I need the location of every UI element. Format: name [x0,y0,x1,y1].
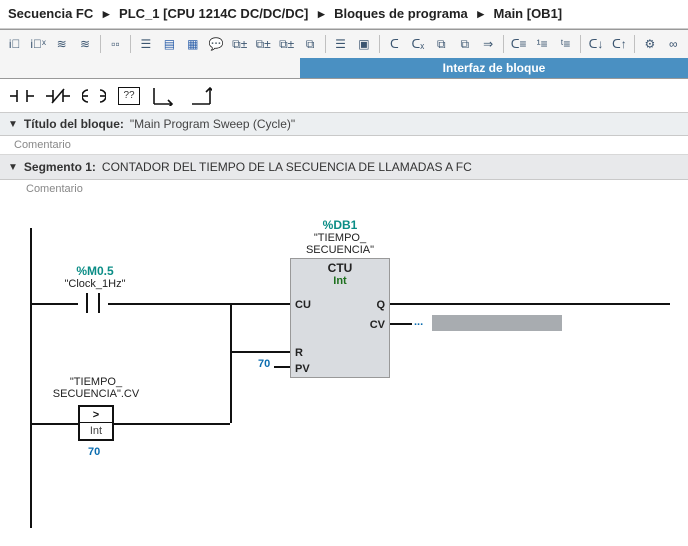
wire [114,423,230,425]
wire [390,323,412,325]
segment-title[interactable]: CONTADOR DEL TIEMPO DE LA SECUENCIA DE L… [102,160,472,174]
toolbar-btn[interactable]: ¹≡ [531,33,552,55]
db-name[interactable]: SECUENCIA" [290,244,390,256]
wire [230,351,232,423]
pv-const[interactable]: 70 [258,358,270,370]
toolbar-btn[interactable]: ▤ [159,33,180,55]
wire [390,303,670,305]
toolbar-btn[interactable]: ⧉ [299,33,320,55]
pin-cu[interactable]: CU [295,299,311,311]
separator [634,35,635,53]
block-title-label: Título del bloque: [24,117,124,131]
pin-q[interactable]: Q [376,299,385,311]
toolbar-btn[interactable]: ▦ [182,33,203,55]
segment-comment[interactable]: Comentario [0,180,688,198]
separator [379,35,380,53]
toolbar-btn[interactable]: ▫▫ [105,33,126,55]
comment-icon[interactable]: 💬 [206,33,227,55]
compare-const[interactable]: 70 [88,446,100,458]
db-name[interactable]: "TIEMPO_ [290,232,390,244]
separator [580,35,581,53]
toolbar-btn[interactable]: ⧉ [431,33,452,55]
editor-toolbar: і⃘ і⃘ˣ ≋ ≋ ▫▫ ☰ ▤ ▦ 💬 ⧉± ⧉± ⧉± ⧉ ☰ ▣ ᑕ ᑕ… [0,30,688,58]
toolbar-btn[interactable]: ᑕ↑ [609,33,630,55]
pin-pv[interactable]: PV [295,363,310,375]
toolbar-btn[interactable]: ᑕₓ [407,33,428,55]
compare-in1[interactable]: "TIEMPO_ [46,376,146,388]
toolbar-btn[interactable]: і⃘ [4,33,25,55]
wire [274,366,290,368]
breadcrumb-sep: ▸ [97,6,116,21]
toolbar-btn[interactable]: ▣ [353,33,374,55]
gear-icon[interactable]: ⚙ [639,33,660,55]
toolbar-btn[interactable]: ᵗ≡ [555,33,576,55]
ctu-block[interactable]: CTU Int CU Q CV R PV [290,258,390,378]
contact-symbol[interactable]: %M0.5 [50,264,140,278]
wire [30,303,78,305]
ctu-type: CTU [291,261,389,275]
toolbar-btn[interactable]: ⧉± [229,33,250,55]
toolbar-btn[interactable]: ⧉± [276,33,297,55]
toolbar-btn[interactable]: ☰ [330,33,351,55]
block-title-value[interactable]: "Main Program Sweep (Cycle)" [130,117,295,131]
cv-output[interactable]: ... [414,316,423,328]
compare-type: Int [80,423,112,438]
wire [30,423,78,425]
ladder-canvas[interactable]: %DB1 "TIEMPO_ SECUENCIA" CTU Int CU Q CV… [0,198,688,538]
segment-label: Segmento 1: [24,160,96,174]
breadcrumb-part[interactable]: Bloques de programa [334,6,468,21]
close-branch-icon[interactable] [188,86,212,106]
output-mask [432,315,562,331]
compare-box[interactable]: > Int [78,405,114,441]
breadcrumb-part[interactable]: PLC_1 [CPU 1214C DC/DC/DC] [119,6,308,21]
segment-header[interactable]: ▼ Segmento 1: CONTADOR DEL TIEMPO DE LA … [0,155,688,180]
empty-box-icon[interactable]: ?? [118,87,140,105]
no-contact-icon[interactable] [10,86,34,106]
separator [130,35,131,53]
toolbar-btn[interactable]: і⃘ˣ [27,33,48,55]
breadcrumb: Secuencia FC ▸ PLC_1 [CPU 1214C DC/DC/DC… [0,0,688,29]
expand-icon[interactable]: ▼ [8,162,18,173]
contact-name[interactable]: "Clock_1Hz" [50,278,140,290]
pin-cv[interactable]: CV [370,319,385,331]
db-symbol[interactable]: %DB1 [290,218,390,232]
toolbar-btn[interactable]: ⧉± [252,33,273,55]
breadcrumb-sep: ▸ [312,6,331,21]
toolbar-btn[interactable]: ≋ [74,33,95,55]
separator [325,35,326,53]
ladder-palette: ?? [0,79,688,113]
wire [108,303,290,305]
toolbar-btn[interactable]: ᑕ [384,33,405,55]
breadcrumb-part[interactable]: Main [OB1] [494,6,563,21]
block-title-row[interactable]: ▼ Título del bloque: "Main Program Sweep… [0,113,688,136]
pin-r[interactable]: R [295,347,303,359]
compare-op: > [80,407,112,423]
toolbar-btn[interactable]: ⇒ [477,33,498,55]
toolbar-btn[interactable]: ᑕ↓ [585,33,606,55]
open-branch-icon[interactable] [152,86,176,106]
wire [230,351,290,353]
nc-contact-icon[interactable] [46,86,70,106]
left-rail [30,228,32,528]
compare-in1[interactable]: SECUENCIA".CV [46,388,146,400]
toolbar-btn[interactable]: ☰ [135,33,156,55]
no-contact[interactable] [78,293,108,313]
breadcrumb-sep: ▸ [471,6,490,21]
toolbar-btn[interactable]: ⧉ [454,33,475,55]
separator [100,35,101,53]
expand-icon[interactable]: ▼ [8,119,18,130]
interface-bar[interactable]: Interfaz de bloque [300,58,688,78]
coil-icon[interactable] [82,86,106,106]
breadcrumb-part[interactable]: Secuencia FC [8,6,93,21]
toolbar-btn[interactable]: ᑕ≡ [508,33,529,55]
ctu-datatype: Int [291,275,389,287]
toolbar-btn[interactable]: ∞ [663,33,684,55]
separator [503,35,504,53]
block-comment[interactable]: Comentario [0,136,688,155]
toolbar-btn[interactable]: ≋ [51,33,72,55]
editor-toolbar-wrap: і⃘ і⃘ˣ ≋ ≋ ▫▫ ☰ ▤ ▦ 💬 ⧉± ⧉± ⧉± ⧉ ☰ ▣ ᑕ ᑕ… [0,29,688,79]
wire [230,303,232,353]
